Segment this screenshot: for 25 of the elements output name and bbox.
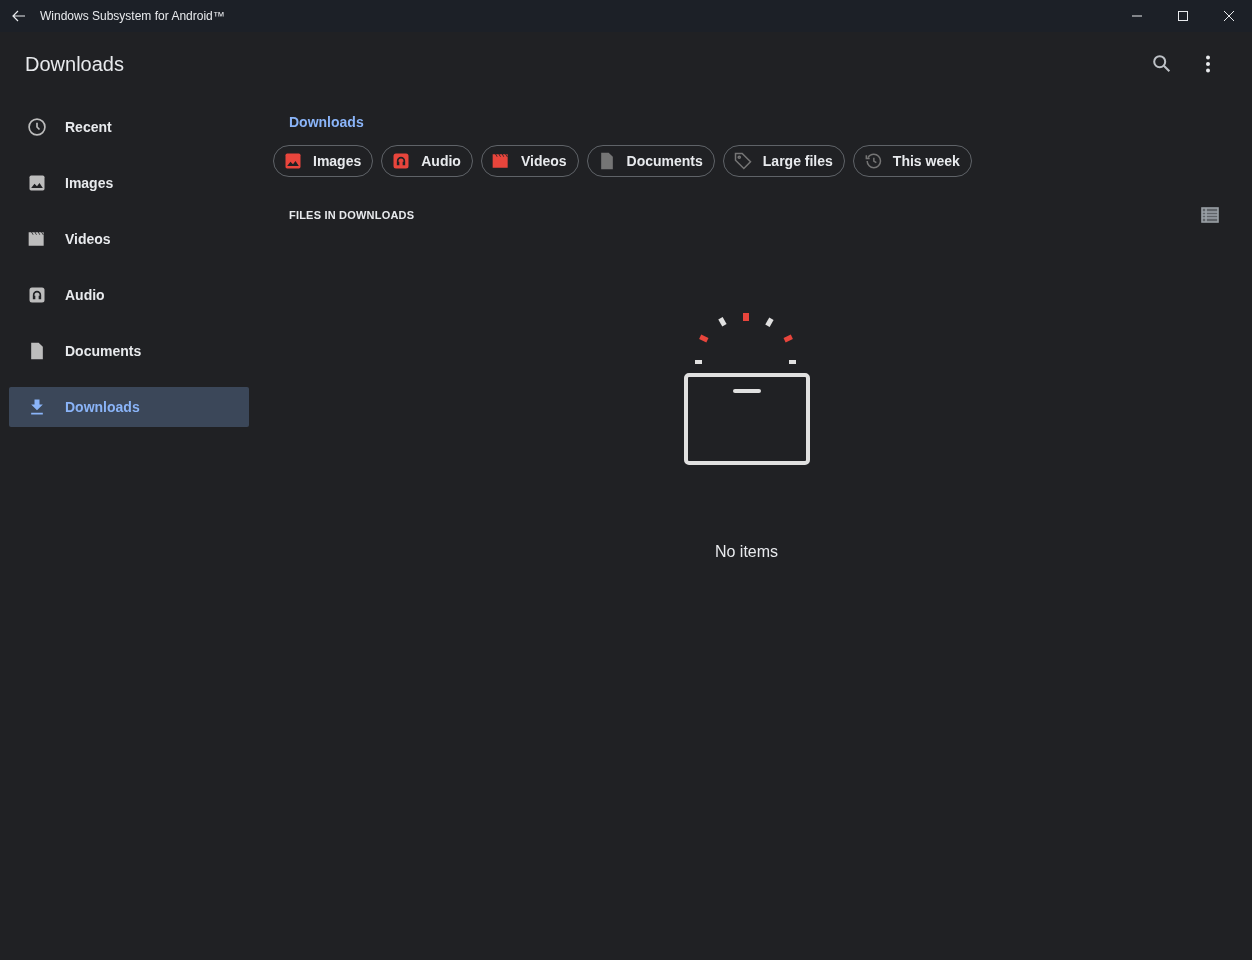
sidebar-item[interactable]: Audio (9, 275, 249, 315)
search-icon (1151, 53, 1173, 75)
close-icon (1224, 11, 1234, 21)
sidebar-item[interactable]: Videos (9, 219, 249, 259)
maximize-icon (1178, 11, 1188, 21)
sidebar-item[interactable]: Images (9, 163, 249, 203)
headphones-icon (27, 285, 47, 305)
clapperboard-icon (490, 151, 511, 171)
image-icon (27, 173, 47, 193)
back-arrow-icon (12, 9, 26, 23)
section-title: FILES IN DOWNLOADS (289, 209, 415, 221)
breadcrumb-link[interactable]: Downloads (289, 114, 364, 130)
empty-state-text: No items (714, 543, 779, 561)
clock-icon (27, 117, 47, 137)
image-icon (283, 151, 303, 171)
sidebar-item[interactable]: Documents (9, 331, 249, 371)
clapperboard-icon (27, 229, 47, 249)
sidebar-item[interactable]: Downloads (9, 387, 249, 427)
window-title: Windows Subsystem for Android™ (40, 9, 226, 23)
tag-icon (732, 151, 753, 171)
app-title: Downloads (25, 52, 125, 76)
more-icon (1205, 55, 1211, 73)
list-view-icon (1201, 207, 1219, 223)
headphones-icon (391, 151, 412, 171)
sidebar-item[interactable]: Recent (9, 107, 249, 147)
